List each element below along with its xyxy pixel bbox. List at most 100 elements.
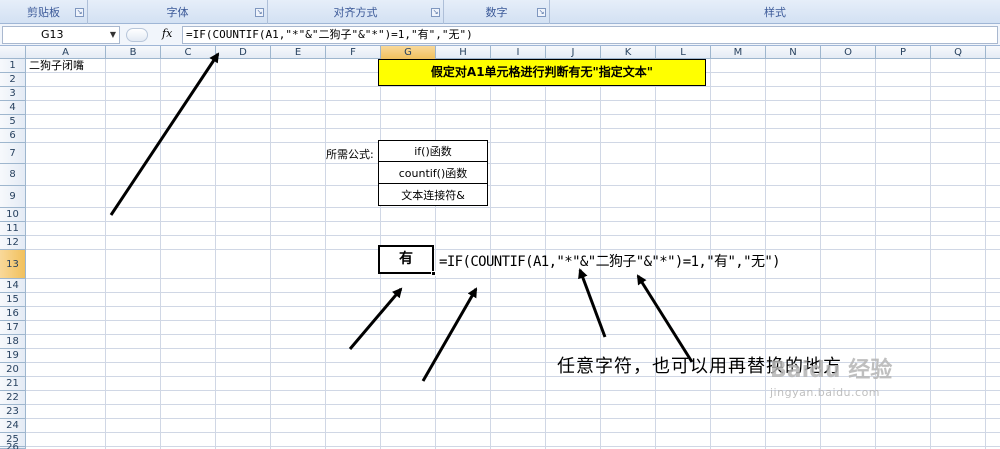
row-header-3[interactable]: 3 [0, 87, 26, 101]
row-header-6[interactable]: 6 [0, 129, 26, 143]
ribbon-group-number[interactable]: 数字 ↘ [444, 0, 550, 24]
ribbon-group-bar: 剪贴板 ↘ 字体 ↘ 对齐方式 ↘ 数字 ↘ 样式 [0, 0, 1000, 24]
row-gridline [26, 207, 1000, 208]
ribbon-group-font[interactable]: 字体 ↘ [88, 0, 268, 24]
row-header-14[interactable]: 14 [0, 279, 26, 293]
row-gridline [26, 100, 1000, 101]
column-header-i[interactable]: I [491, 46, 546, 59]
row-header-21[interactable]: 21 [0, 377, 26, 391]
row-header-18[interactable]: 18 [0, 335, 26, 349]
dialog-launcher-icon[interactable]: ↘ [255, 8, 264, 17]
column-header-e[interactable]: E [271, 46, 326, 59]
row-gridline [26, 221, 1000, 222]
column-header-q[interactable]: Q [931, 46, 986, 59]
row-gridline [26, 86, 1000, 87]
result-value: 有 [399, 251, 413, 267]
dialog-launcher-icon[interactable]: ↘ [537, 8, 546, 17]
row-header-10[interactable]: 10 [0, 208, 26, 222]
formula-bar: G13 ▼ fx =IF(COUNTIF(A1,"*"&"二狗子"&"*")=1… [0, 24, 1000, 46]
name-box[interactable]: G13 ▼ [2, 26, 120, 44]
column-header-o[interactable]: O [821, 46, 876, 59]
row-gridline [26, 114, 1000, 115]
ribbon-group-label: 对齐方式 [333, 6, 378, 19]
row-gridline [26, 128, 1000, 129]
row-header-24[interactable]: 24 [0, 419, 26, 433]
row-gridline [26, 235, 1000, 236]
select-all-corner[interactable] [0, 46, 26, 59]
column-header-n[interactable]: N [766, 46, 821, 59]
formula-input[interactable]: =IF(COUNTIF(A1,"*"&"二狗子"&"*")=1,"有","无") [182, 26, 998, 44]
row-gridline [26, 446, 1000, 447]
column-header-d[interactable]: D [216, 46, 271, 59]
insert-function-icon[interactable]: fx [162, 27, 172, 40]
dialog-launcher-icon[interactable]: ↘ [75, 8, 84, 17]
fill-handle[interactable] [431, 271, 436, 276]
ribbon-group-styles[interactable]: 样式 [550, 0, 1000, 24]
row-gridline [26, 185, 1000, 186]
ribbon-group-alignment[interactable]: 对齐方式 ↘ [268, 0, 444, 24]
column-header-m[interactable]: M [711, 46, 766, 59]
row-header-4[interactable]: 4 [0, 101, 26, 115]
row-header-2[interactable]: 2 [0, 73, 26, 87]
row-gridline [26, 292, 1000, 293]
cell-a1[interactable]: 二狗子闭嘴 [29, 59, 84, 73]
function-cell-if[interactable]: if()函数 [378, 140, 488, 162]
ribbon-group-clipboard[interactable]: 剪贴板 ↘ [0, 0, 88, 24]
row-gridline [26, 348, 1000, 349]
row-gridline [26, 432, 1000, 433]
title-cell[interactable]: 假定对A1单元格进行判断有无"指定文本" [378, 59, 706, 86]
row-header-7[interactable]: 7 [0, 143, 26, 164]
row-gridline [26, 278, 1000, 279]
active-cell-g13[interactable]: 有 [378, 245, 436, 276]
row-gridline [26, 334, 1000, 335]
column-header-c[interactable]: C [161, 46, 216, 59]
row-header-13[interactable]: 13 [0, 250, 26, 279]
row-header-9[interactable]: 9 [0, 186, 26, 208]
watermark-url: jingyan.baidu.com [770, 386, 881, 399]
name-box-value: G13 [41, 28, 64, 41]
row-gridline [26, 306, 1000, 307]
ribbon-group-label: 剪贴板 [27, 6, 60, 19]
row-header-22[interactable]: 22 [0, 391, 26, 405]
row-gridline [26, 404, 1000, 405]
column-header-j[interactable]: J [546, 46, 601, 59]
watermark-logo-text: Baidu 经验 [770, 358, 893, 383]
required-formulas-label[interactable]: 所需公式: [326, 146, 374, 162]
row-header-17[interactable]: 17 [0, 321, 26, 335]
row-header-20[interactable]: 20 [0, 363, 26, 377]
row-header-11[interactable]: 11 [0, 222, 26, 236]
formula-buttons: fx [122, 27, 172, 43]
column-header-p[interactable]: P [876, 46, 931, 59]
column-header-b[interactable]: B [106, 46, 161, 59]
row-header-23[interactable]: 23 [0, 405, 26, 419]
row-gridline [26, 320, 1000, 321]
row-header-8[interactable]: 8 [0, 164, 26, 186]
row-header-19[interactable]: 19 [0, 349, 26, 363]
row-header-1[interactable]: 1 [0, 59, 26, 73]
ribbon-group-label: 样式 [764, 6, 786, 19]
column-header-g[interactable]: G [381, 46, 436, 59]
chevron-down-icon[interactable]: ▼ [110, 27, 116, 43]
row-gridline [26, 163, 1000, 164]
row-header-15[interactable]: 15 [0, 293, 26, 307]
column-header-l[interactable]: L [656, 46, 711, 59]
ribbon-group-label: 数字 [485, 6, 508, 19]
column-header-h[interactable]: H [436, 46, 491, 59]
row-header-16[interactable]: 16 [0, 307, 26, 321]
row-header-5[interactable]: 5 [0, 115, 26, 129]
column-headers: ABCDEFGHIJKLMNOPQ [0, 46, 1000, 59]
function-cell-concat[interactable]: 文本连接符& [378, 183, 488, 206]
column-header-k[interactable]: K [601, 46, 656, 59]
row-header-12[interactable]: 12 [0, 236, 26, 250]
row-gridline [26, 418, 1000, 419]
row-gridline [26, 249, 1000, 250]
column-header-a[interactable]: A [26, 46, 106, 59]
expand-toggle-icon[interactable] [126, 28, 148, 42]
ribbon-group-label: 字体 [166, 6, 189, 19]
function-cell-countif[interactable]: countif()函数 [378, 161, 488, 184]
dialog-launcher-icon[interactable]: ↘ [431, 8, 440, 17]
formula-display-text: =IF(COUNTIF(A1,"*"&"二狗子"&"*")=1,"有","无") [439, 254, 781, 270]
column-header-f[interactable]: F [326, 46, 381, 59]
row-gridline [26, 142, 1000, 143]
baidu-jingyan-watermark: Baidu 经验 jingyan.baidu.com [770, 352, 892, 399]
